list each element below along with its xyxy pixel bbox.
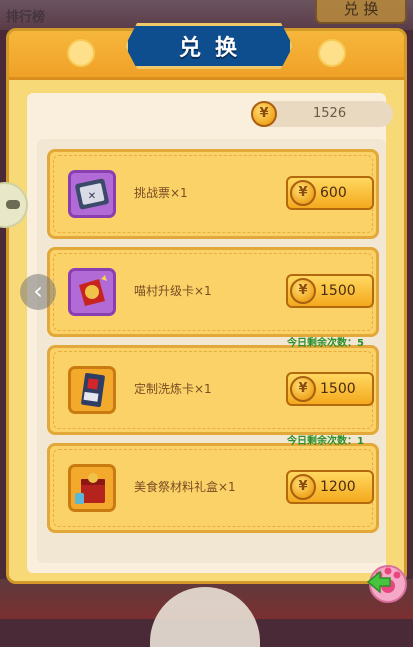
daily-limit-text: 今日剩余次数：5	[287, 338, 364, 349]
refine-card-icon	[68, 366, 116, 414]
gift-box-icon	[68, 464, 116, 512]
coin-balance: ¥ 1526	[251, 101, 393, 127]
dialog-title: 兑换	[178, 36, 251, 61]
price-button[interactable]: ¥ 600	[286, 176, 374, 210]
ticket-icon: ✕	[68, 170, 116, 218]
item-name: 美食祭材料礼盒×1	[134, 480, 236, 494]
gamepad-dot	[6, 200, 20, 209]
price-value: 1200	[320, 479, 356, 495]
background-bottom-bar	[0, 579, 413, 647]
price-button[interactable]: ¥ 1200	[286, 470, 374, 504]
dialog-header: 兑换	[9, 31, 404, 80]
paw-ornament-icon	[318, 39, 346, 67]
chevron-left-icon[interactable]: ‹	[20, 274, 56, 310]
daily-limit-text: 今日剩余次数：1	[287, 436, 364, 447]
item-list[interactable]: ✕ 挑战票×1 ¥ 600 喵村升级卡×1 ¥ 1500 今日剩余次数：5 定制…	[37, 139, 386, 563]
coin-balance-value: 1526	[313, 106, 347, 121]
price-value: 600	[320, 185, 347, 201]
coin-icon: ¥	[290, 278, 316, 304]
coin-icon: ¥	[290, 474, 316, 500]
list-item: 今日剩余次数：5 定制洗炼卡×1 ¥ 1500	[47, 338, 379, 435]
list-item: 今日剩余次数：1 美食祭材料礼盒×1 ¥ 1200	[47, 436, 379, 533]
price-value: 1500	[320, 283, 356, 299]
price-button[interactable]: ¥ 1500	[286, 372, 374, 406]
paw-ornament-icon	[67, 39, 95, 67]
upgrade-card-icon	[68, 268, 116, 316]
background-wheel	[150, 587, 260, 647]
coin-icon: ¥	[290, 180, 316, 206]
list-item: 喵村升级卡×1 ¥ 1500	[47, 247, 379, 337]
coin-icon: ¥	[251, 101, 277, 127]
item-name: 定制洗炼卡×1	[134, 382, 212, 396]
exchange-dialog: 兑换 ¥ 1526 ✕ 挑战票×1 ¥ 600 喵村升级卡×1 ¥ 1500 今…	[6, 28, 407, 584]
back-button[interactable]	[362, 556, 410, 606]
paw-back-icon	[366, 565, 407, 603]
coin-icon: ¥	[290, 376, 316, 402]
item-name: 挑战票×1	[134, 186, 188, 200]
background-top-text: 排行榜	[6, 10, 46, 25]
background-exchange-button: 兑 换	[315, 0, 407, 24]
price-value: 1500	[320, 381, 356, 397]
item-name: 喵村升级卡×1	[134, 284, 212, 298]
title-plate: 兑换	[125, 23, 293, 69]
price-button[interactable]: ¥ 1500	[286, 274, 374, 308]
svg-text:✕: ✕	[88, 191, 96, 202]
list-item: ✕ 挑战票×1 ¥ 600	[47, 149, 379, 239]
